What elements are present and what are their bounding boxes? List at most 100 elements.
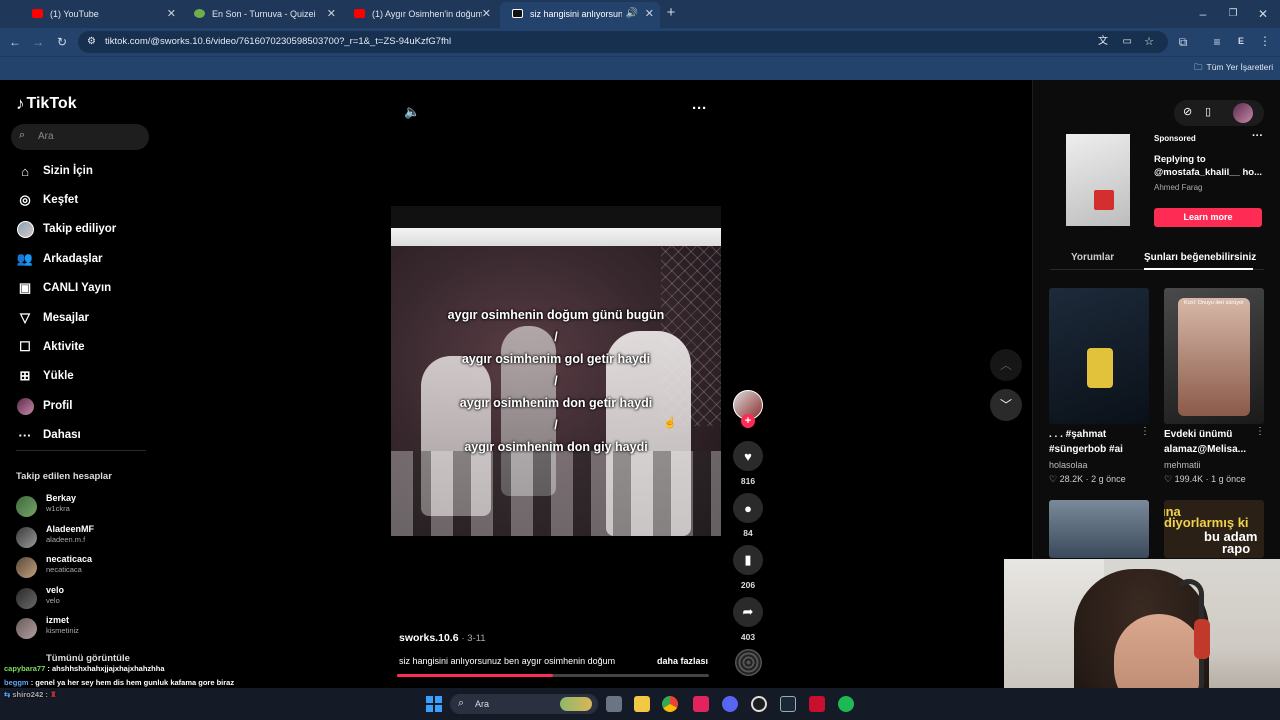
tab-tiktok-active[interactable]: siz hangisini anlıyorsunuz b 🔊 ✕ <box>500 2 660 28</box>
close-icon[interactable]: ✕ <box>482 4 491 24</box>
browser-toolbar: ← → ↻ ⚙ tiktok.com/@sworks.10.6/video/76… <box>0 28 1280 56</box>
chat-user: capybara77 <box>4 664 46 673</box>
tab-youtube-osimhen[interactable]: (1) Aygır Osimhen'in doğum gü ✕ <box>342 4 497 24</box>
all-bookmarks-button[interactable]: 🗀 Tüm Yer İşaretleri <box>1194 62 1273 76</box>
tab-you-may-like[interactable]: Şunları beğenebilirsiniz <box>1144 252 1256 263</box>
nav-friends[interactable]: 👥 Arkadaşlar <box>16 248 103 270</box>
video-author[interactable]: sworks.10.6 <box>399 632 459 644</box>
task-view-icon[interactable] <box>606 696 622 712</box>
spotify-icon[interactable] <box>838 696 854 712</box>
device-icon[interactable]: ▯ <box>1205 105 1211 118</box>
nav-activity[interactable]: ☐ Aktivite <box>16 336 84 358</box>
nav-following[interactable]: Takip ediliyor <box>16 218 116 240</box>
video-player[interactable]: aygır osimhenin doğum günü bugün / aygır… <box>391 206 721 536</box>
profile-avatar[interactable]: E <box>1234 34 1248 48</box>
close-icon[interactable]: ✕ <box>167 4 176 24</box>
goal-crossbar <box>391 228 721 246</box>
chrome-icon[interactable] <box>662 696 678 712</box>
close-icon[interactable]: ✕ <box>327 4 336 24</box>
tab-comments[interactable]: Yorumlar <box>1071 252 1114 263</box>
new-tab-button[interactable]: + <box>664 5 678 20</box>
cast-icon[interactable]: ▭ <box>1123 31 1132 53</box>
back-icon[interactable]: ← <box>8 35 22 49</box>
pocket-icon[interactable] <box>693 696 709 712</box>
chat-text: : <box>45 690 48 699</box>
like-button[interactable]: ♥ <box>733 441 763 471</box>
ad-options-icon[interactable]: ··· <box>1252 130 1263 142</box>
like-count: 816 <box>740 476 756 486</box>
nav-messages[interactable]: ▽ Mesajlar <box>16 307 89 329</box>
minimize-icon[interactable]: – <box>1196 7 1210 21</box>
speaker-icon[interactable]: 🔊 <box>626 2 638 26</box>
windows-taskbar: ⇆ shiro242 : ♜ ⌕ Ara <box>0 688 1280 720</box>
follow-plus-icon[interactable]: + <box>741 414 755 428</box>
sponsored-author: Ahmed Farag <box>1154 183 1203 192</box>
steam-icon[interactable] <box>780 696 796 712</box>
windows-start-icon[interactable] <box>426 696 442 712</box>
reload-icon[interactable]: ↻ <box>55 35 69 49</box>
see-more-link[interactable]: daha fazlası <box>657 656 708 666</box>
extensions-icon[interactable]: ⧉ <box>1176 35 1190 49</box>
tab-quizei[interactable]: En Son - Turnuva - Quizei ✕ <box>182 4 342 24</box>
video-options-icon[interactable]: ⋮ <box>1140 426 1150 437</box>
search-input: Ara <box>38 131 54 142</box>
compass-icon[interactable]: ⊘ <box>1183 105 1192 118</box>
save-button[interactable]: ▮ <box>733 545 763 575</box>
tiktok-logo[interactable]: ♪ TikTok <box>16 94 77 114</box>
recommended-video-thumbnail[interactable]: ına diyorlarmış ki bu adam rapo <box>1164 500 1264 558</box>
video-options-icon[interactable]: ··· <box>692 100 707 117</box>
nav-profile[interactable]: Profil <box>16 395 72 417</box>
next-video-button[interactable]: ﹀ <box>990 389 1022 421</box>
maximize-icon[interactable]: ❐ <box>1226 7 1240 21</box>
discord-icon[interactable] <box>722 696 738 712</box>
recommended-video-thumbnail[interactable] <box>1049 500 1149 558</box>
app-icon[interactable] <box>809 696 825 712</box>
tiktok-wordmark: TikTok <box>26 95 77 112</box>
chat-text: : genel ya her sey hem dis hem gunluk ka… <box>30 678 235 687</box>
sound-disc-icon[interactable] <box>735 649 762 676</box>
volume-icon[interactable]: 🔈 <box>404 104 420 120</box>
nav-upload[interactable]: ⊞ Yükle <box>16 365 74 387</box>
bookmark-star-icon[interactable]: ☆ <box>1144 31 1154 53</box>
browser-menu-icon[interactable]: ⋮ <box>1258 34 1272 48</box>
share-count: 403 <box>740 632 756 642</box>
obs-icon[interactable] <box>751 696 767 712</box>
forward-icon[interactable]: → <box>31 35 45 49</box>
sponsored-title: Replying to @mostafa_khalil__ ho... <box>1154 154 1262 178</box>
share-button[interactable]: ➦ <box>733 597 763 627</box>
see-all-link[interactable]: Tümünü görüntüle <box>46 653 130 664</box>
tab-youtube[interactable]: (1) YouTube ✕ <box>20 4 182 24</box>
nav-live[interactable]: ▣ CANLI Yayın <box>16 277 111 299</box>
nav-explore[interactable]: ◎ Keşfet <box>16 189 78 211</box>
learn-more-button[interactable]: Learn more <box>1154 208 1262 227</box>
nav-label: CANLI Yayın <box>43 282 112 294</box>
sponsored-thumbnail[interactable] <box>1066 134 1130 226</box>
video-options-icon[interactable]: ⋮ <box>1255 426 1265 437</box>
media-controls-icon[interactable]: ≡ <box>1210 35 1224 49</box>
nav-label: Sizin İçin <box>43 165 93 177</box>
title-line: . . . #şahmat <box>1049 429 1107 440</box>
user-avatar[interactable] <box>1233 103 1253 123</box>
recommended-video-thumbnail[interactable]: Kızıl: Onuyu ileri sürüyor <box>1164 288 1264 424</box>
close-icon[interactable]: ✕ <box>645 2 654 26</box>
comment-count: 84 <box>743 528 753 538</box>
file-explorer-icon[interactable] <box>634 696 650 712</box>
translate-icon[interactable]: 文 <box>1098 31 1108 53</box>
address-bar[interactable]: ⚙ tiktok.com/@sworks.10.6/video/76160702… <box>78 31 1168 53</box>
save-count: 206 <box>740 580 756 590</box>
previous-video-button[interactable]: ︿ <box>990 349 1022 381</box>
window-close-icon[interactable]: ✕ <box>1256 7 1270 21</box>
comment-button[interactable]: ● <box>733 493 763 523</box>
taskbar-search[interactable]: ⌕ Ara <box>450 694 598 714</box>
avatar <box>16 588 37 609</box>
quizei-icon <box>194 9 205 18</box>
more-icon: ··· <box>18 427 32 443</box>
search-box[interactable]: ⌕ Ara <box>11 124 149 150</box>
video-progress-track[interactable] <box>397 674 709 677</box>
nav-more[interactable]: ··· Dahası <box>16 424 81 446</box>
chevron-up-icon: ︿ <box>999 358 1012 372</box>
nav-for-you[interactable]: ⌂ Sizin İçin <box>16 160 93 182</box>
tab-label: (1) YouTube <box>50 9 99 19</box>
site-info-icon[interactable]: ⚙ <box>87 31 96 53</box>
recommended-video-thumbnail[interactable] <box>1049 288 1149 424</box>
